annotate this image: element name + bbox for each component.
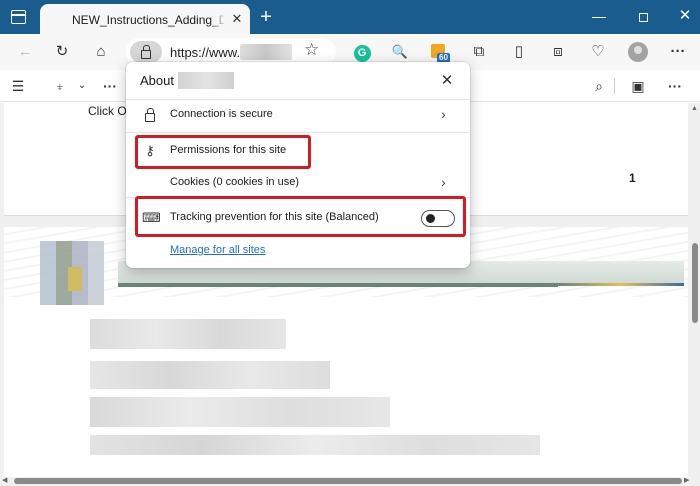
redacted-site-name — [178, 72, 234, 89]
close-window-button[interactable]: ✕ — [673, 6, 697, 26]
manage-all-sites-link[interactable]: Manage for all sites — [170, 244, 265, 256]
maximize-button[interactable] — [631, 6, 655, 26]
connection-label: Connection is secure — [170, 108, 273, 120]
cookies-label: Cookies (0 cookies in use) — [170, 176, 300, 188]
tracking-highlight-box — [135, 196, 466, 237]
avatar — [628, 42, 648, 63]
home-button[interactable]: ⌂ — [89, 40, 113, 64]
profile-button[interactable] — [626, 40, 650, 64]
redacted-text — [90, 361, 330, 389]
back-button[interactable]: ← — [13, 40, 37, 64]
redacted-heading — [90, 319, 286, 349]
toolbar-more-right-button[interactable]: ··· — [663, 74, 687, 98]
redacted-text — [90, 397, 390, 427]
maximize-icon — [638, 12, 648, 22]
header-line — [118, 283, 558, 287]
chevron-right-icon: › — [441, 106, 446, 122]
grammarly-extension-button[interactable]: G — [350, 40, 374, 64]
url-text[interactable]: https://www. — [170, 45, 240, 60]
extensions-button[interactable]: ⧉ — [467, 40, 491, 64]
scroll-right-icon[interactable]: ▶ — [684, 476, 689, 484]
key-extension-icon[interactable]: 🔍 — [388, 40, 412, 64]
popup-divider — [126, 132, 470, 133]
collections-button[interactable]: ⧈ — [546, 40, 570, 64]
rss-extension-button[interactable]: 60 — [427, 40, 451, 64]
grammarly-icon: G — [353, 45, 371, 62]
highlight-options-chevron-icon[interactable]: ⌄ — [70, 74, 94, 98]
permissions-highlight-box — [135, 135, 311, 169]
browser-tab[interactable]: NEW_Instructions_Adding_DISS_ ✕ — [40, 4, 250, 34]
refresh-button[interactable]: ↻ — [50, 40, 74, 64]
table-of-contents-button[interactable]: ☰ — [6, 74, 30, 98]
split-screen-button[interactable]: ▯ — [507, 40, 531, 64]
site-info-button[interactable] — [130, 41, 162, 63]
toolbar-divider — [614, 78, 615, 94]
favorite-star-icon[interactable]: ☆ — [304, 40, 319, 60]
save-button[interactable]: ▣ — [626, 74, 650, 98]
redacted-text — [90, 435, 540, 455]
horizontal-scroll-thumb[interactable] — [14, 478, 682, 484]
scroll-up-icon[interactable]: ▲ — [691, 105, 698, 112]
tab-actions-icon[interactable] — [11, 10, 26, 24]
chevron-right-icon: › — [441, 174, 446, 190]
new-tab-button[interactable]: + — [256, 7, 276, 27]
find-button[interactable]: ⌕ — [587, 74, 611, 98]
lock-icon — [142, 107, 158, 123]
document-text: Click O — [88, 104, 127, 118]
lock-icon — [141, 45, 151, 59]
url-redacted — [240, 44, 292, 60]
cookies-row[interactable]: Cookies (0 cookies in use) › — [126, 168, 470, 198]
redacted-logo — [40, 241, 104, 305]
tab-close-button[interactable]: ✕ — [228, 10, 246, 28]
page-number: 1 — [629, 171, 636, 185]
browser-essentials-button[interactable]: ♡ — [586, 40, 610, 64]
scroll-left-icon[interactable]: ◀ — [2, 476, 7, 484]
tab-title-fade — [210, 10, 226, 30]
tab-title: NEW_Instructions_Adding_DISS_ — [72, 13, 224, 27]
minimize-button[interactable]: — — [587, 6, 611, 26]
settings-more-button[interactable]: ··· — [666, 40, 690, 64]
connection-secure-row[interactable]: Connection is secure › — [126, 100, 470, 130]
toolbar-more-button[interactable]: ··· — [98, 74, 122, 98]
vertical-scroll-thumb[interactable] — [692, 243, 698, 323]
horizontal-scrollbar[interactable]: ◀ ▶ — [0, 476, 690, 486]
popup-close-button[interactable]: ✕ — [436, 70, 458, 92]
popup-title: About — [140, 73, 174, 88]
highlight-button[interactable]: ⍖ — [48, 74, 72, 98]
title-bar: NEW_Instructions_Adding_DISS_ ✕ + — ✕ — [0, 0, 700, 34]
header-line-accent — [558, 283, 684, 286]
vertical-scrollbar[interactable]: ▲ — [690, 103, 700, 477]
